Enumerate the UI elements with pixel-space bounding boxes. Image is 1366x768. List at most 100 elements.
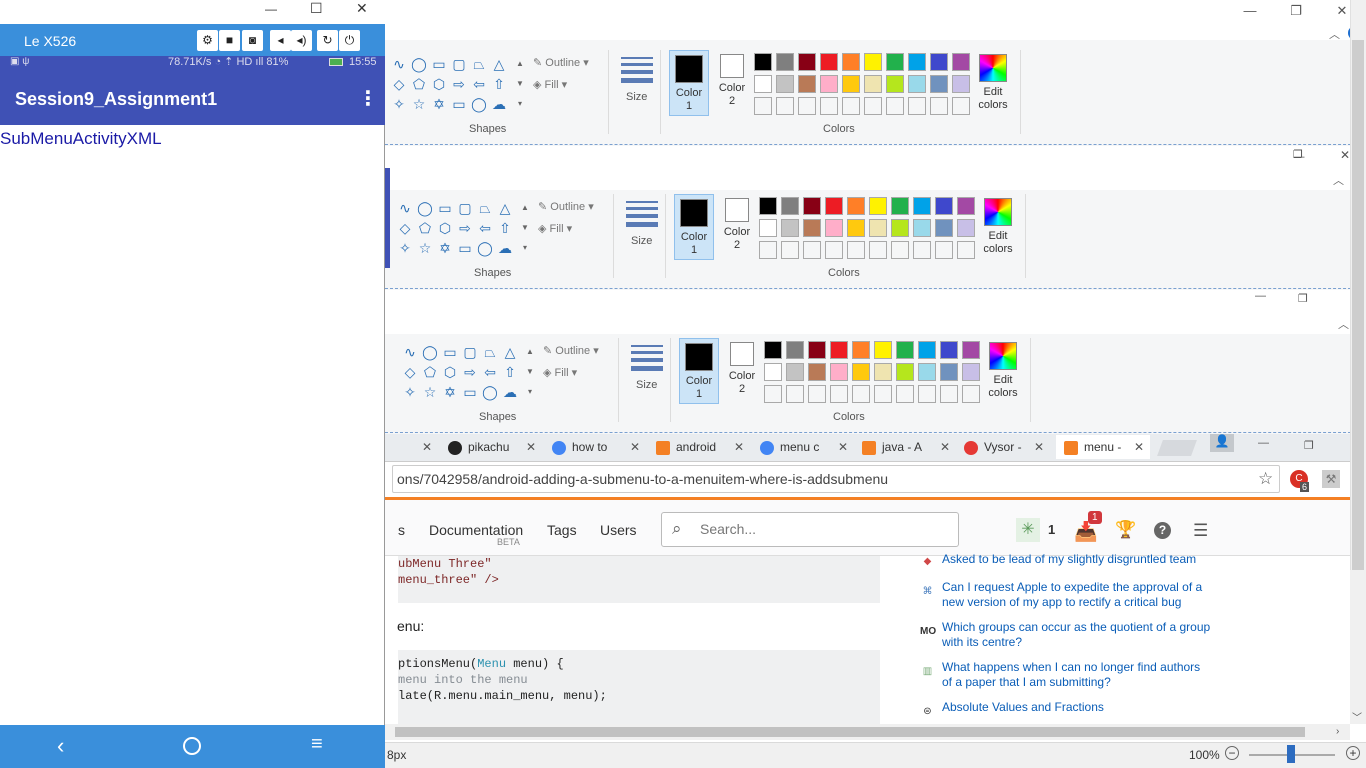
- shapes-scroll[interactable]: ▲ ▼ ▾: [519, 198, 531, 258]
- help-icon[interactable]: ?: [1154, 522, 1171, 539]
- color-swatch[interactable]: [886, 53, 904, 71]
- address-bar[interactable]: ons/7042958/android-adding-a-submenu-to-…: [392, 465, 1280, 493]
- color-swatch[interactable]: [781, 197, 799, 215]
- star6-icon[interactable]: ✡: [440, 382, 460, 402]
- polygon-icon[interactable]: ⏢: [469, 54, 489, 74]
- color-swatch[interactable]: [847, 241, 865, 259]
- color-swatch[interactable]: [869, 219, 887, 237]
- scroll-right-icon[interactable]: ›: [1336, 726, 1339, 737]
- volume-up-icon[interactable]: ◂): [291, 30, 312, 51]
- zoom-in-icon[interactable]: +: [1346, 746, 1360, 760]
- cloud-icon[interactable]: ☁: [495, 238, 515, 258]
- tab-2[interactable]: how to ✕: [552, 435, 640, 459]
- color-swatch[interactable]: [918, 385, 936, 403]
- color-swatch[interactable]: [874, 341, 892, 359]
- color-swatch[interactable]: [781, 219, 799, 237]
- color2-button[interactable]: Color 2: [723, 342, 761, 396]
- color-swatch[interactable]: [957, 197, 975, 215]
- size-button[interactable]: [621, 57, 653, 87]
- up-arrow-icon[interactable]: ⇧: [495, 218, 515, 238]
- stack-exchange-icon[interactable]: ☰: [1193, 521, 1208, 541]
- hot-question-link[interactable]: Absolute Values and Fractions: [942, 700, 1212, 715]
- color-swatch[interactable]: [869, 197, 887, 215]
- color-swatch[interactable]: [798, 75, 816, 93]
- callout-oval-icon[interactable]: ◯: [480, 382, 500, 402]
- color-swatch[interactable]: [847, 197, 865, 215]
- star5-icon[interactable]: ☆: [415, 238, 435, 258]
- color-swatch[interactable]: [798, 97, 816, 115]
- color-swatch[interactable]: [962, 385, 980, 403]
- paint-scroll-thumb[interactable]: [1352, 40, 1364, 570]
- color-swatch[interactable]: [952, 97, 970, 115]
- tab-5[interactable]: java - A ✕: [862, 435, 950, 459]
- color-swatch[interactable]: [940, 385, 958, 403]
- color-swatch[interactable]: [940, 341, 958, 359]
- tab-4[interactable]: menu c ✕: [760, 435, 848, 459]
- oval-icon[interactable]: ◯: [415, 198, 435, 218]
- color-swatch[interactable]: [957, 241, 975, 259]
- color-swatch[interactable]: [886, 75, 904, 93]
- star4-icon[interactable]: ✧: [389, 94, 409, 114]
- color-swatch[interactable]: [764, 385, 782, 403]
- color-swatch[interactable]: [869, 241, 887, 259]
- color-swatch[interactable]: [786, 385, 804, 403]
- color-swatch[interactable]: [786, 341, 804, 359]
- edit-colors-button[interactable]: Edit colors: [973, 54, 1013, 112]
- color-swatch[interactable]: [891, 219, 909, 237]
- callout-oval-icon[interactable]: ◯: [475, 238, 495, 258]
- polygon-icon[interactable]: ⏢: [480, 342, 500, 362]
- profile-icon[interactable]: 👤: [1210, 434, 1234, 452]
- diamond-icon[interactable]: ◇: [389, 74, 409, 94]
- outline-button[interactable]: ✎ Outline ▾: [538, 200, 594, 213]
- minimize-button[interactable]: —: [1258, 437, 1269, 449]
- color-swatch[interactable]: [864, 53, 882, 71]
- callout-rect-icon[interactable]: ▭: [460, 382, 480, 402]
- rectangle-icon[interactable]: ▭: [435, 198, 455, 218]
- star6-icon[interactable]: ✡: [435, 238, 455, 258]
- trophy-icon[interactable]: 🏆: [1115, 520, 1136, 540]
- screenshot-icon[interactable]: ◙: [242, 30, 263, 51]
- color-swatch[interactable]: [842, 53, 860, 71]
- nav-users[interactable]: Users: [600, 522, 637, 538]
- rounded-rect-icon[interactable]: ▢: [460, 342, 480, 362]
- color-swatch[interactable]: [764, 341, 782, 359]
- color-swatch[interactable]: [820, 75, 838, 93]
- color-swatch[interactable]: [896, 385, 914, 403]
- callout-rect-icon[interactable]: ▭: [455, 238, 475, 258]
- color-swatch[interactable]: [930, 53, 948, 71]
- restore-button[interactable]: ❐: [1273, 0, 1319, 24]
- color-swatch[interactable]: [852, 385, 870, 403]
- tab-3[interactable]: android ✕: [656, 435, 744, 459]
- color-swatch[interactable]: [754, 97, 772, 115]
- size-button[interactable]: [626, 201, 658, 231]
- color-swatch[interactable]: [781, 241, 799, 259]
- edit-colors-button[interactable]: Edit colors: [983, 342, 1023, 400]
- rounded-rect-icon[interactable]: ▢: [449, 54, 469, 74]
- overflow-menu-icon[interactable]: ⋮: [358, 86, 378, 111]
- color-swatch[interactable]: [935, 197, 953, 215]
- color-swatch[interactable]: [754, 75, 772, 93]
- minimize-button[interactable]: —: [265, 2, 277, 16]
- hot-question-link[interactable]: Can I request Apple to expedite the appr…: [942, 580, 1212, 610]
- color-swatch[interactable]: [825, 241, 843, 259]
- color-swatch[interactable]: [952, 53, 970, 71]
- new-tab-button[interactable]: [1157, 440, 1197, 456]
- color-swatch[interactable]: [913, 241, 931, 259]
- hot-question-link[interactable]: Which groups can occur as the quotient o…: [942, 620, 1212, 650]
- color-swatch[interactable]: [940, 363, 958, 381]
- color-swatch[interactable]: [798, 53, 816, 71]
- right-arrow-icon[interactable]: ⇨: [455, 218, 475, 238]
- close-icon[interactable]: ✕: [734, 435, 744, 459]
- collapse-ribbon-icon[interactable]: ︿: [1338, 316, 1349, 332]
- restore-button[interactable]: ❐: [1298, 292, 1308, 305]
- minimize-button[interactable]: —: [1227, 0, 1273, 24]
- diamond-icon[interactable]: ◇: [400, 362, 420, 382]
- nav-questions-partial[interactable]: s: [398, 522, 405, 538]
- left-arrow-icon[interactable]: ⇦: [480, 362, 500, 382]
- color-swatch[interactable]: [913, 197, 931, 215]
- color-swatch[interactable]: [874, 385, 892, 403]
- shapes-gallery[interactable]: ∿ ◯ ▭ ▢ ⏢ △ ◇ ⬠ ⬡ ⇨ ⇦ ⇧ ✧ ☆ ✡ ▭ ◯ ☁: [395, 198, 515, 258]
- color-swatch[interactable]: [874, 363, 892, 381]
- shapes-scroll[interactable]: ▲ ▼ ▾: [514, 54, 526, 114]
- tab-partial[interactable]: ✕: [398, 435, 432, 459]
